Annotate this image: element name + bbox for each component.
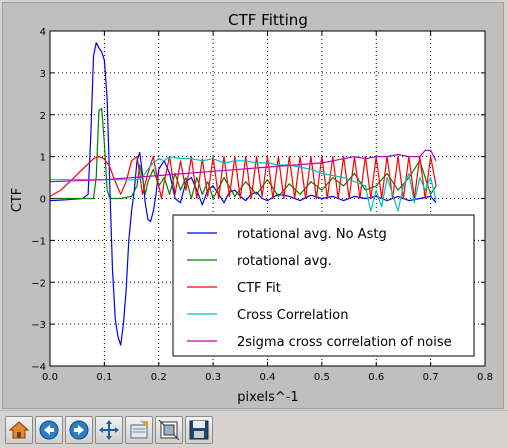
y-tick-label: 0 — [40, 195, 46, 206]
legend-label: rotational avg. — [237, 254, 332, 269]
move-icon — [99, 420, 119, 440]
x-tick-label: 0.1 — [96, 372, 112, 383]
x-axis-label: pixels^-1 — [237, 390, 298, 405]
home-icon — [8, 421, 30, 439]
x-tick-label: 0.6 — [368, 372, 384, 383]
y-axis-label: CTF — [10, 188, 25, 213]
x-tick-label: 0.2 — [151, 372, 167, 383]
legend-label: CTF Fit — [237, 281, 281, 296]
navigation-toolbar — [0, 410, 508, 448]
save-button[interactable] — [185, 416, 213, 444]
legend-label: 2sigma cross correlation of noise — [237, 335, 452, 350]
x-tick-label: 0.7 — [423, 372, 439, 383]
x-tick-label: 0.4 — [260, 372, 276, 383]
ctf-window: CTF Fitting pixels^-1 CTF 0.0 0.1 0.2 0.3 0.… — [0, 0, 508, 448]
configure-button[interactable] — [125, 416, 153, 444]
zoom-rect-icon — [158, 419, 180, 441]
save-icon — [189, 420, 209, 440]
chart-legend: rotational avg. No Astg rotational avg. CT… — [172, 214, 475, 357]
home-button[interactable] — [5, 416, 33, 444]
y-tick-label: −3 — [31, 320, 46, 331]
legend-label: Cross Correlation — [237, 308, 348, 323]
y-tick-label: 2 — [40, 111, 46, 122]
y-tick-label: −4 — [31, 362, 46, 373]
arrow-right-icon — [69, 420, 89, 440]
y-tick-label: 4 — [40, 27, 46, 38]
forward-button[interactable] — [65, 416, 93, 444]
arrow-left-icon — [39, 420, 59, 440]
legend-label: rotational avg. No Astg — [237, 227, 387, 242]
back-button[interactable] — [35, 416, 63, 444]
x-tick-label: 0.0 — [42, 372, 58, 383]
chart-title: CTF Fitting — [228, 11, 308, 29]
x-tick-label: 0.3 — [205, 372, 221, 383]
x-tick-label: 0.5 — [314, 372, 330, 383]
y-tick-label: 1 — [40, 153, 46, 164]
y-tick-label: −1 — [31, 236, 46, 247]
zoom-button[interactable] — [155, 416, 183, 444]
pan-button[interactable] — [95, 416, 123, 444]
ctf-chart: CTF Fitting pixels^-1 CTF 0.0 0.1 0.2 0.3 0.… — [10, 11, 493, 405]
y-tick-label: 3 — [40, 69, 46, 80]
y-tick-label: −2 — [31, 278, 46, 289]
configure-icon — [130, 421, 148, 439]
x-tick-label: 0.8 — [477, 372, 493, 383]
